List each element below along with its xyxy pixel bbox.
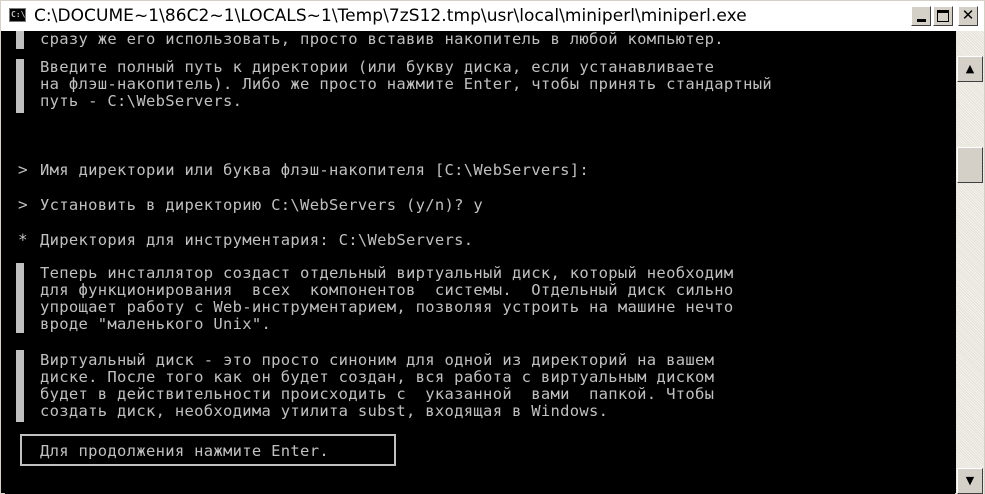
console-line: Установить в директорию C:\WebServers (y… <box>40 196 484 214</box>
console-line: Директория для инструментария: C:\WebSer… <box>40 231 474 249</box>
scroll-down-button[interactable]: ▼ <box>957 468 983 494</box>
console-line: создать диск, необходима утилита subst, … <box>40 402 609 420</box>
continue-prompt-text: Для продолжения нажмите Enter. <box>40 442 329 460</box>
close-button[interactable]: ✕ <box>958 6 978 26</box>
console-line: Виртуальный диск - это просто синоним дл… <box>40 351 715 369</box>
console-line: на флэш-накопитель). Либо же просто нажм… <box>40 75 773 93</box>
prompt-marker: > <box>18 195 28 214</box>
console-line: будет в действительности происходить с у… <box>40 385 715 403</box>
console-window: C:\ C:\DOCUME~1\86C2~1\LOCALS~1\Temp\7zS… <box>0 0 985 494</box>
console-line: сразу же его использовать, просто встави… <box>40 31 724 48</box>
scroll-track[interactable] <box>956 31 984 494</box>
console-line: вроде "маленького Unix". <box>40 315 272 333</box>
close-icon: ✕ <box>961 6 975 24</box>
prompt-marker: > <box>18 160 28 179</box>
console-line: Теперь инсталлятор создаст отдельный вир… <box>40 264 734 282</box>
block-marker <box>16 350 24 422</box>
maximize-icon <box>937 10 949 22</box>
scroll-up-button[interactable]: ▲ <box>957 56 983 82</box>
vertical-scrollbar[interactable]: ▲ ▼ <box>956 31 984 494</box>
maximize-button[interactable] <box>933 6 953 26</box>
console-line: Имя директории или буква флэш-накопителя… <box>40 161 590 179</box>
minimize-button[interactable] <box>911 6 931 26</box>
arrow-up-icon: ▲ <box>965 62 975 75</box>
console-line: упрощает работу с Web-инструментарием, п… <box>40 298 734 316</box>
minimize-icon <box>917 19 926 22</box>
block-marker <box>16 31 24 49</box>
console-icon-label: C:\ <box>11 10 26 19</box>
scroll-thumb[interactable] <box>957 147 983 183</box>
console-line: диске. После того как он будет создан, в… <box>40 368 715 386</box>
console-line: путь - C:\WebServers. <box>40 92 243 110</box>
console-line: для функционирования всех компонентов си… <box>40 281 734 299</box>
block-marker <box>16 59 24 113</box>
window-title: C:\DOCUME~1\86C2~1\LOCALS~1\Temp\7zS12.t… <box>34 6 747 26</box>
title-bar[interactable]: C:\ C:\DOCUME~1\86C2~1\LOCALS~1\Temp\7zS… <box>1 1 984 31</box>
arrow-down-icon: ▼ <box>965 474 975 487</box>
console-line: Введите полный путь к директории (или бу… <box>40 58 715 76</box>
info-marker: * <box>18 230 28 249</box>
console-output[interactable]: сразу же его использовать, просто встави… <box>5 31 955 494</box>
block-marker <box>16 263 24 333</box>
console-app-icon[interactable]: C:\ <box>9 8 26 22</box>
